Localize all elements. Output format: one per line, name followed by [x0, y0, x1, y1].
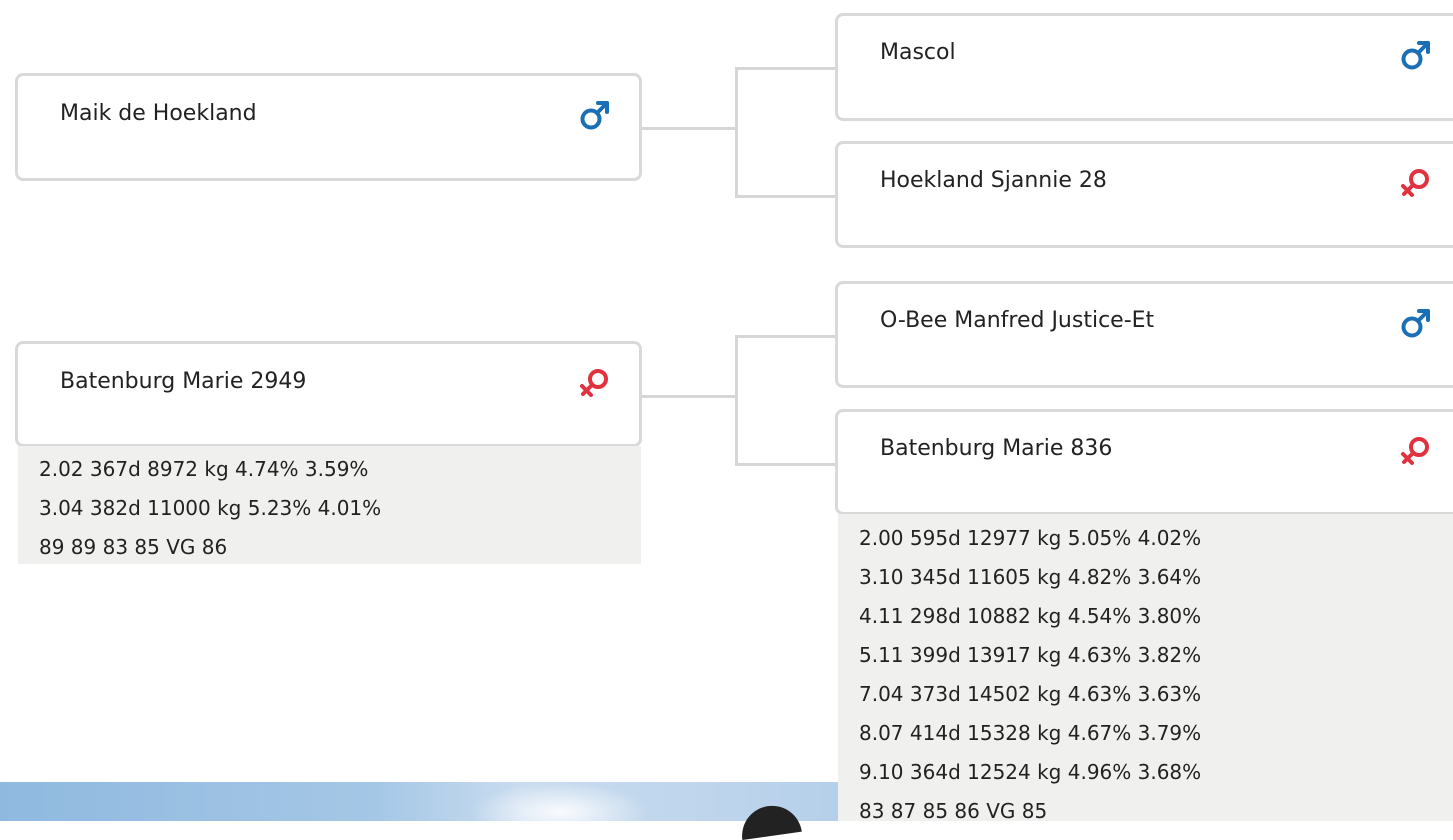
stats-line: 8.07 414d 15328 kg 4.67% 3.79% — [859, 721, 1202, 745]
stats-line: 83 87 85 86 VG 85 — [859, 799, 1048, 823]
connector-sire-bottom — [735, 195, 837, 198]
connector-sire-top — [735, 67, 837, 70]
hero-photo — [0, 782, 838, 821]
dam-stats-panel: 2.02 367d 8972 kg 4.74% 3.59% 3.04 382d … — [18, 446, 641, 564]
animal-name: Mascol — [880, 40, 956, 65]
pedigree-card-dam-sire[interactable]: O-Bee Manfred Justice-Et — [835, 281, 1453, 388]
stats-line: 2.02 367d 8972 kg 4.74% 3.59% — [39, 457, 369, 481]
male-symbol-icon — [1401, 41, 1430, 70]
stats-line: 5.11 399d 13917 kg 4.63% 3.82% — [859, 643, 1202, 667]
pedigree-card-sire-sire[interactable]: Mascol — [835, 13, 1453, 121]
connector-dam-top — [735, 335, 837, 338]
stats-line: 89 89 83 85 VG 86 — [39, 535, 228, 559]
connector-dam-bottom — [735, 463, 837, 466]
stats-line: 3.10 345d 11605 kg 4.82% 3.64% — [859, 565, 1202, 589]
male-symbol-icon — [580, 101, 609, 130]
connector-dam-vertical — [735, 335, 738, 466]
stats-line: 9.10 364d 12524 kg 4.96% 3.68% — [859, 760, 1202, 784]
pedigree-card-sire[interactable]: Maik de Hoekland — [15, 73, 642, 181]
animal-name: Hoekland Sjannie 28 — [880, 168, 1107, 193]
connector-sire-vertical — [735, 67, 738, 198]
photo-cloud — [470, 782, 650, 821]
female-symbol-icon — [1401, 169, 1429, 197]
animal-name: Batenburg Marie 836 — [880, 436, 1113, 461]
stats-line: 3.04 382d 11000 kg 5.23% 4.01% — [39, 496, 382, 520]
animal-name: Batenburg Marie 2949 — [60, 369, 307, 394]
female-symbol-icon — [1401, 437, 1429, 465]
pedigree-card-sire-dam[interactable]: Hoekland Sjannie 28 — [835, 141, 1453, 248]
pedigree-card-dam-dam[interactable]: Batenburg Marie 836 — [835, 409, 1453, 515]
pedigree-card-dam[interactable]: Batenburg Marie 2949 — [15, 341, 642, 447]
stats-line: 4.11 298d 10882 kg 4.54% 3.80% — [859, 604, 1202, 628]
connector-dam-horizontal — [640, 395, 738, 398]
stats-line: 7.04 373d 14502 kg 4.63% 3.63% — [859, 682, 1202, 706]
male-symbol-icon — [1401, 309, 1430, 338]
animal-name: O-Bee Manfred Justice-Et — [880, 308, 1155, 333]
stats-line: 2.00 595d 12977 kg 5.05% 4.02% — [859, 526, 1202, 550]
female-symbol-icon — [580, 369, 608, 397]
dam-dam-stats-panel: 2.00 595d 12977 kg 5.05% 4.02% 3.10 345d… — [838, 514, 1453, 823]
connector-sire-horizontal — [640, 127, 738, 130]
animal-name: Maik de Hoekland — [60, 101, 257, 126]
